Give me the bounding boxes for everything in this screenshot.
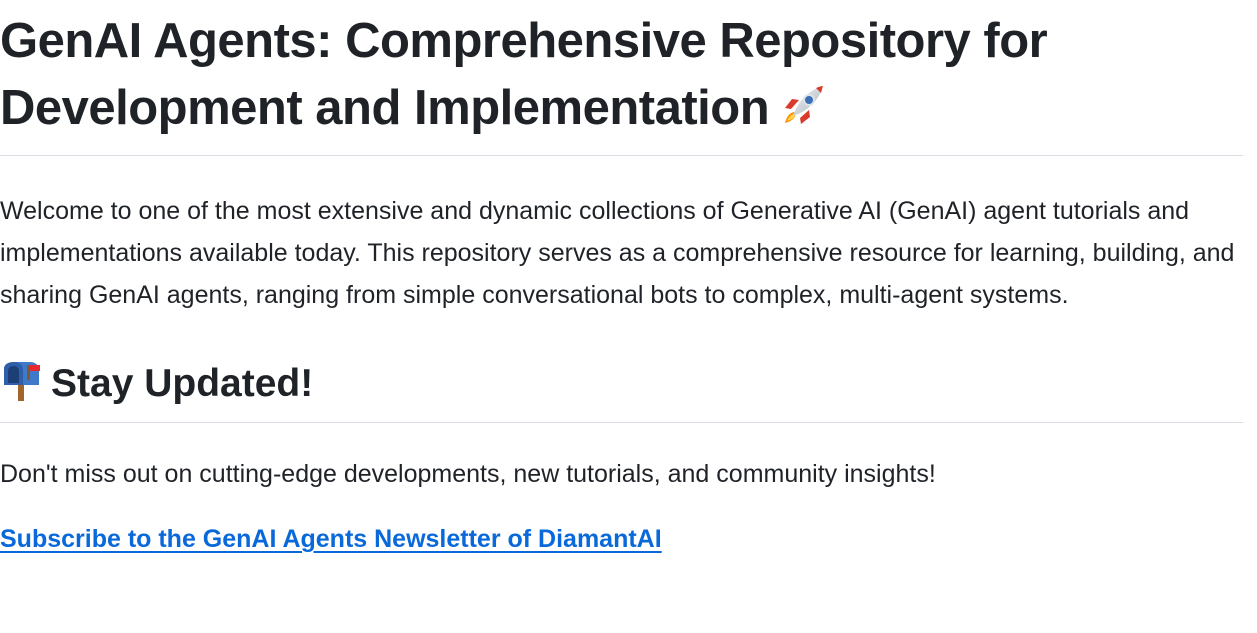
- mailbox-icon: [0, 361, 42, 401]
- section-heading-text: Stay Updated!: [51, 362, 314, 405]
- section-heading-stay-updated: Stay Updated!: [0, 359, 1243, 409]
- readme-document: GenAI Agents: Comprehensive Repository f…: [0, 0, 1243, 633]
- title-divider: [0, 155, 1243, 156]
- page-title: GenAI Agents: Comprehensive Repository f…: [0, 0, 1243, 142]
- newsletter-subscribe-link[interactable]: Subscribe to the GenAI Agents Newsletter…: [0, 522, 662, 556]
- intro-paragraph: Welcome to one of the most extensive and…: [0, 197, 1235, 309]
- rocket-icon: [775, 78, 831, 134]
- page-title-text: GenAI Agents: Comprehensive Repository f…: [0, 14, 1048, 135]
- stay-updated-text: Don't miss out on cutting-edge developme…: [0, 460, 936, 488]
- section-divider: [0, 422, 1243, 423]
